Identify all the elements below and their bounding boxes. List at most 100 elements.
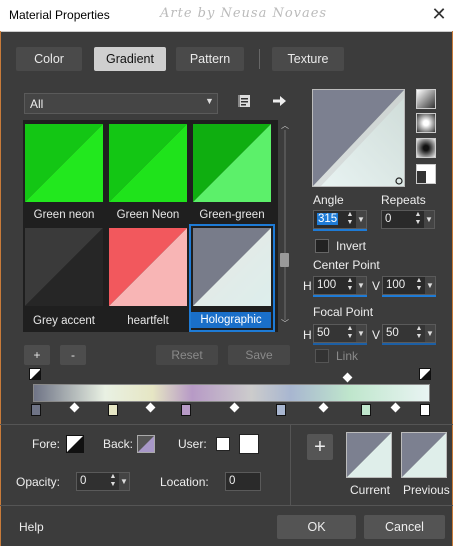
spin-arrows-icon[interactable]: ▲ ▼ xyxy=(345,211,355,228)
repeats-value: 0 xyxy=(385,213,392,225)
center-h-value: 100 xyxy=(317,279,337,291)
location-label: Location: xyxy=(160,475,209,489)
color-stop[interactable] xyxy=(420,404,430,416)
chevron-down-icon[interactable]: ▼ xyxy=(425,277,435,294)
chevron-down-icon[interactable]: ▼ xyxy=(356,277,366,294)
focal-v-input[interactable]: 50 ▲ ▼ ▼ xyxy=(382,324,436,343)
back-color-icon[interactable] xyxy=(137,435,155,453)
chevron-down-icon[interactable]: ▼ xyxy=(356,325,366,342)
remove-gradient-button[interactable]: - xyxy=(60,345,86,365)
linear-style-icon[interactable] xyxy=(416,89,436,109)
spin-arrows-icon[interactable]: ▲ ▼ xyxy=(414,325,424,342)
radial-style-icon[interactable] xyxy=(416,164,436,184)
current-swatch[interactable] xyxy=(346,432,392,478)
fore-color-icon[interactable] xyxy=(66,435,84,453)
focal-h-input[interactable]: 50 ▲ ▼ ▼ xyxy=(313,324,367,343)
window-title: Material Properties xyxy=(9,8,110,22)
swatch-label-selected: Holographic xyxy=(191,312,271,328)
color-stop[interactable] xyxy=(108,404,118,416)
sunburst-style-icon[interactable] xyxy=(416,138,436,158)
link-label: Link xyxy=(336,349,359,363)
swatch-label: Green-green xyxy=(199,209,265,221)
swatch-holographic[interactable] xyxy=(193,228,271,306)
invert-checkbox[interactable] xyxy=(315,239,329,253)
rectangular-style-icon[interactable] xyxy=(416,113,436,133)
focal-v-value: 50 xyxy=(386,327,399,339)
spin-arrows-icon[interactable]: ▲ ▼ xyxy=(414,277,424,294)
user-color-swatch[interactable] xyxy=(239,434,259,454)
color-stop[interactable] xyxy=(361,404,371,416)
link-checkbox[interactable] xyxy=(315,349,329,363)
angle-label: Angle xyxy=(313,193,344,207)
library-file-icon[interactable] xyxy=(235,93,253,111)
tab-pattern[interactable]: Pattern xyxy=(176,47,244,71)
category-dropdown[interactable]: All ▼ xyxy=(24,93,218,114)
center-v-slider[interactable] xyxy=(382,295,436,297)
chevron-down-icon[interactable]: ▼ xyxy=(119,473,129,490)
scroll-down-icon[interactable]: ﹀ xyxy=(280,318,290,328)
swatch-green-neon-1[interactable] xyxy=(25,124,103,202)
save-button[interactable]: Save xyxy=(228,345,290,365)
center-point-label: Center Point xyxy=(313,258,380,272)
angle-slider[interactable] xyxy=(313,229,367,231)
swatch-label: Grey accent xyxy=(33,315,95,327)
footer-divider xyxy=(0,505,453,506)
watermark: Arte by Neusa Novaes xyxy=(160,6,328,21)
scroll-up-icon[interactable]: ︿ xyxy=(280,120,290,130)
previous-swatch[interactable] xyxy=(401,432,447,478)
color-stop[interactable] xyxy=(181,404,191,416)
focal-point-label: Focal Point xyxy=(313,305,374,319)
location-input[interactable]: 0 xyxy=(225,472,261,491)
center-v-value: 100 xyxy=(386,279,406,291)
scrollbar-thumb[interactable] xyxy=(280,253,289,267)
repeats-input[interactable]: 0 ▲ ▼ ▼ xyxy=(381,210,435,229)
swatch-label: Green Neon xyxy=(116,209,180,221)
spin-arrows-icon[interactable]: ▲ ▼ xyxy=(108,473,118,490)
center-h-label: H xyxy=(303,279,312,293)
focal-v-slider[interactable] xyxy=(382,343,436,345)
end-opacity-stop[interactable] xyxy=(419,368,431,380)
arrow-right-icon[interactable] xyxy=(270,93,288,111)
spin-arrows-icon[interactable]: ▲ ▼ xyxy=(413,211,423,228)
chevron-down-icon[interactable]: ▼ xyxy=(425,325,435,342)
tab-texture[interactable]: Texture xyxy=(272,47,344,71)
title-bar: Material Properties Arte by Neusa Novaes… xyxy=(0,0,453,32)
tab-gradient[interactable]: Gradient xyxy=(94,47,166,71)
tab-divider xyxy=(259,49,260,69)
spin-arrows-icon[interactable]: ▲ ▼ xyxy=(345,277,355,294)
swatch-green-green[interactable] xyxy=(193,124,271,202)
swatch-label: heartfelt xyxy=(127,315,169,327)
opacity-input[interactable]: 0 ▲ ▼ ▼ xyxy=(76,472,130,491)
angle-value: 315 xyxy=(317,213,339,225)
location-value: 0 xyxy=(229,475,236,487)
user-color-swatch-small[interactable] xyxy=(216,437,230,451)
gradient-bar[interactable] xyxy=(33,384,430,402)
center-h-input[interactable]: 100 ▲ ▼ ▼ xyxy=(313,276,367,295)
spin-arrows-icon[interactable]: ▲ ▼ xyxy=(345,325,355,342)
start-opacity-stop[interactable] xyxy=(29,368,41,380)
angle-input[interactable]: 315 ▲ ▼ ▼ xyxy=(313,210,367,229)
add-swatch-button[interactable]: + xyxy=(307,434,333,460)
close-icon[interactable]: ✕ xyxy=(428,3,450,25)
chevron-down-icon[interactable]: ▼ xyxy=(424,211,434,228)
swatch-green-neon-2[interactable] xyxy=(109,124,187,202)
tab-color[interactable]: Color xyxy=(16,47,82,71)
help-button[interactable]: Help xyxy=(19,520,44,534)
scrollbar-track[interactable] xyxy=(284,130,286,320)
center-v-input[interactable]: 100 ▲ ▼ ▼ xyxy=(382,276,436,295)
previous-label: Previous xyxy=(403,483,450,497)
gradient-preview[interactable] xyxy=(312,89,405,187)
chevron-down-icon: ▼ xyxy=(205,96,214,106)
user-label: User: xyxy=(178,437,207,451)
center-h-slider[interactable] xyxy=(313,295,367,297)
swatch-heartfelt[interactable] xyxy=(109,228,187,306)
cancel-button[interactable]: Cancel xyxy=(364,515,445,539)
swatch-grey-accent[interactable] xyxy=(25,228,103,306)
ok-button[interactable]: OK xyxy=(277,515,356,539)
color-stop[interactable] xyxy=(31,404,41,416)
add-gradient-button[interactable]: + xyxy=(24,345,50,365)
color-stop[interactable] xyxy=(276,404,286,416)
focal-h-slider[interactable] xyxy=(313,343,367,345)
chevron-down-icon[interactable]: ▼ xyxy=(356,211,366,228)
reset-button[interactable]: Reset xyxy=(156,345,218,365)
